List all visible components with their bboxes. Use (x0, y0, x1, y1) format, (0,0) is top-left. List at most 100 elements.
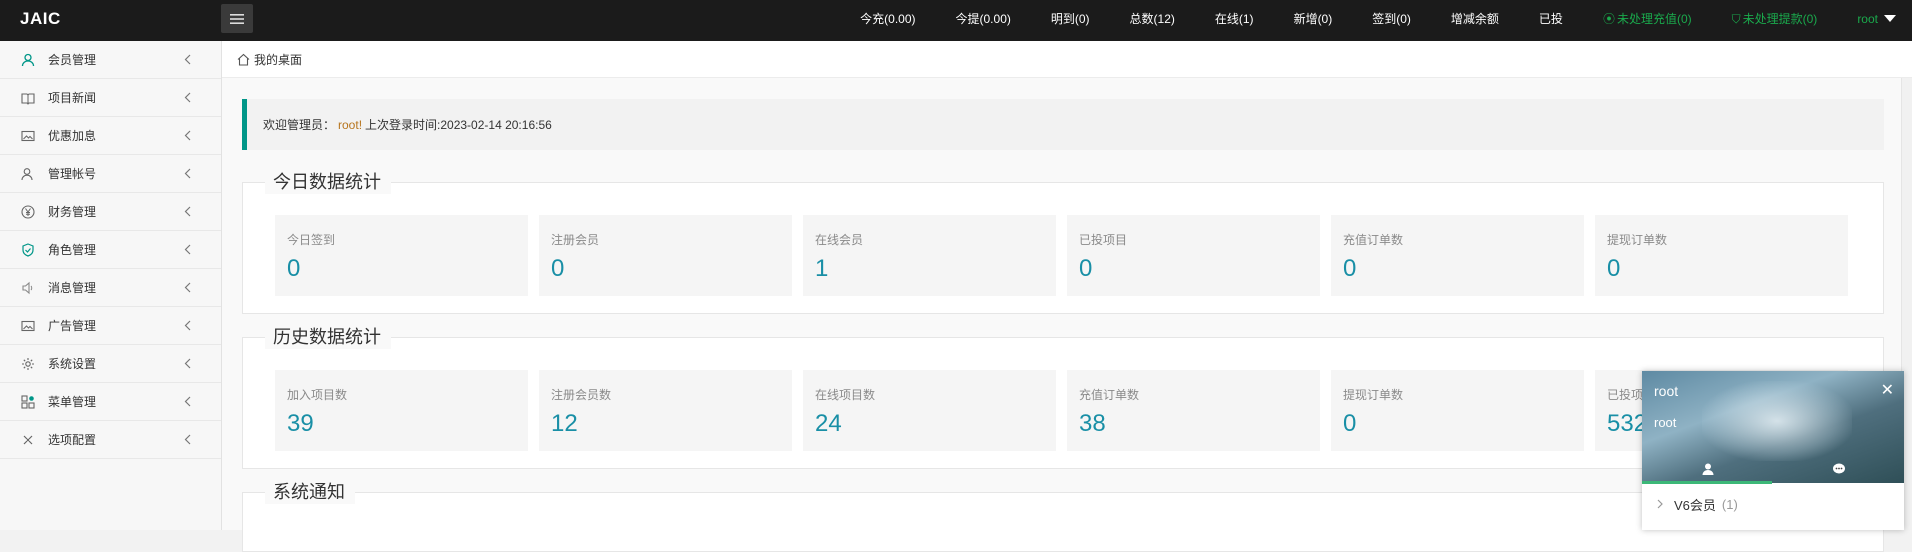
stat-label: 在线会员 (815, 233, 864, 247)
stat-card[interactable]: 充值订单数 38 (1067, 370, 1320, 451)
nav-signin[interactable]: 签到(0) (1352, 10, 1431, 27)
stat-value: 0 (1343, 410, 1357, 437)
stat-card[interactable]: 已投项目 0 (1067, 215, 1320, 296)
chat-panel: root root ✕ V6会员 (1) (1642, 371, 1904, 530)
sidebar-item-finance[interactable]: 财务管理 (0, 193, 221, 231)
chevron-left-icon (184, 206, 191, 217)
stat-label: 今日签到 (287, 233, 336, 247)
sidebar-item-admin-accounts[interactable]: 管理帐号 (0, 155, 221, 193)
stat-label: 注册会员 (551, 233, 600, 247)
welcome-prefix: 欢迎管理员： (263, 118, 336, 132)
welcome-username: root! (338, 117, 363, 132)
sidebar-item-label: 角色管理 (48, 243, 97, 257)
chevron-left-icon (184, 358, 191, 369)
sidebar-item-roles[interactable]: 角色管理 (0, 231, 221, 269)
chat-group-item[interactable]: V6会员 (1) (1642, 489, 1904, 519)
nav-withdraw-alert[interactable]: ⛉ 未处理提款(0) (1712, 10, 1838, 27)
sidebar-item-label: 财务管理 (48, 205, 97, 219)
stat-card[interactable]: 注册会员 0 (539, 215, 792, 296)
app-icon (21, 394, 35, 409)
chevron-left-icon (184, 282, 191, 293)
nav-today-withdraw[interactable]: 今提(0.00) (936, 10, 1031, 27)
sidebar-item-options[interactable]: 选项配置 (0, 421, 221, 459)
stat-card[interactable]: 今日签到 0 (275, 215, 528, 296)
sidebar-item-messages[interactable]: 消息管理 (0, 269, 221, 307)
stat-label: 已投项目 (1079, 233, 1128, 247)
nav-online[interactable]: 在线(1) (1195, 10, 1274, 27)
stat-label: 加入项目数 (287, 388, 348, 402)
history-stats-panel: 历史数据统计 加入项目数 39 注册会员数 12 在线项目数 24 充值订单数 38 提… (242, 325, 1884, 469)
stat-card[interactable]: 提现订单数 0 (1595, 215, 1848, 296)
sidebar: 会员管理 项目新闻 优惠加息 管理帐号 财务管理 角色管理 消息管理 广告管理 (0, 41, 222, 530)
image-icon (21, 319, 35, 333)
sidebar-item-label: 消息管理 (48, 281, 97, 295)
today-stats-title: 今日数据统计 (265, 170, 391, 194)
stat-card[interactable]: 注册会员数 12 (539, 370, 792, 451)
stat-label: 提现订单数 (1343, 388, 1404, 402)
nav-total[interactable]: 总数(12) (1110, 10, 1195, 27)
chevron-right-icon (1657, 499, 1663, 509)
user-name: root (1857, 11, 1878, 26)
sidebar-item-news[interactable]: 项目新闻 (0, 79, 221, 117)
chat-user-signature: root (1654, 415, 1677, 430)
close-icon[interactable]: ✕ (1881, 383, 1894, 399)
active-tab-indicator (1642, 481, 1772, 484)
user-menu[interactable]: root (1837, 12, 1912, 26)
nav-recharge-alert[interactable]: ⦿ 未处理充值(0) (1583, 10, 1712, 27)
hamburger-icon (230, 13, 244, 24)
welcome-banner: 欢迎管理员： root! 上次登录时间:2023-02-14 20:16:56 (242, 99, 1884, 150)
user-icon (21, 53, 35, 67)
sidebar-item-system-settings[interactable]: 系统设置 (0, 345, 221, 383)
options-icon (21, 433, 35, 447)
stat-card[interactable]: 提现订单数 0 (1331, 370, 1584, 451)
stat-card[interactable]: 加入项目数 39 (275, 370, 528, 451)
recharge-alert-label: 未处理充值(0) (1616, 12, 1692, 26)
top-nav: 今充(0.00) 今提(0.00) 明到(0) 总数(12) 在线(1) 新增(… (840, 0, 1912, 37)
top-bar: JAIC 今充(0.00) 今提(0.00) 明到(0) 总数(12) 在线(1… (0, 0, 1912, 41)
withdraw-alert-icon: ⛉ (1731, 12, 1741, 26)
nav-tomorrow-due[interactable]: 明到(0) (1031, 10, 1110, 27)
sidebar-item-menu-management[interactable]: 菜单管理 (0, 383, 221, 421)
home-icon (237, 53, 250, 66)
sidebar-item-label: 项目新闻 (48, 91, 97, 105)
sidebar-item-label: 广告管理 (48, 319, 97, 333)
book-icon (21, 91, 35, 105)
users-icon (21, 167, 35, 181)
chat-user-name: root (1654, 383, 1679, 399)
stat-value: 1 (815, 255, 829, 282)
nav-new[interactable]: 新增(0) (1274, 10, 1353, 27)
stat-card[interactable]: 在线会员 1 (803, 215, 1056, 296)
tab-friends[interactable] (1642, 455, 1773, 483)
yen-icon (21, 204, 35, 219)
nav-adjust-balance[interactable]: 增减余额 (1431, 10, 1519, 27)
sidebar-item-promotions[interactable]: 优惠加息 (0, 117, 221, 155)
stat-card[interactable]: 充值订单数 0 (1331, 215, 1584, 296)
caret-down-icon (1884, 15, 1896, 22)
stat-value: 39 (287, 410, 314, 437)
withdraw-alert-label: 未处理提款(0) (1742, 12, 1818, 26)
chevron-left-icon (184, 320, 191, 331)
chat-group-count: (1) (1721, 496, 1738, 512)
gear-icon (21, 357, 35, 371)
nav-today-recharge[interactable]: 今充(0.00) (840, 10, 935, 27)
chevron-left-icon (184, 54, 191, 65)
stat-value: 12 (551, 410, 578, 437)
chevron-left-icon (184, 92, 191, 103)
tab-conversations[interactable] (1773, 455, 1904, 483)
stat-value: 0 (1343, 255, 1357, 282)
breadcrumb-label[interactable]: 我的桌面 (254, 51, 302, 68)
sidebar-item-ads[interactable]: 广告管理 (0, 307, 221, 345)
stat-value: 0 (287, 255, 301, 282)
stat-card[interactable]: 在线项目数 24 (803, 370, 1056, 451)
recharge-alert-icon: ⦿ (1602, 12, 1615, 26)
stat-value: 0 (551, 255, 565, 282)
stat-label: 充值订单数 (1079, 388, 1140, 402)
person-icon (1702, 463, 1713, 475)
sidebar-item-label: 系统设置 (48, 357, 97, 371)
app-logo[interactable]: JAIC (20, 0, 61, 37)
sidebar-item-label: 优惠加息 (48, 129, 97, 143)
sidebar-item-members[interactable]: 会员管理 (0, 41, 221, 79)
chat-header-background (1702, 381, 1852, 461)
menu-toggle-button[interactable] (221, 4, 253, 33)
nav-invested[interactable]: 已投 (1519, 10, 1583, 27)
